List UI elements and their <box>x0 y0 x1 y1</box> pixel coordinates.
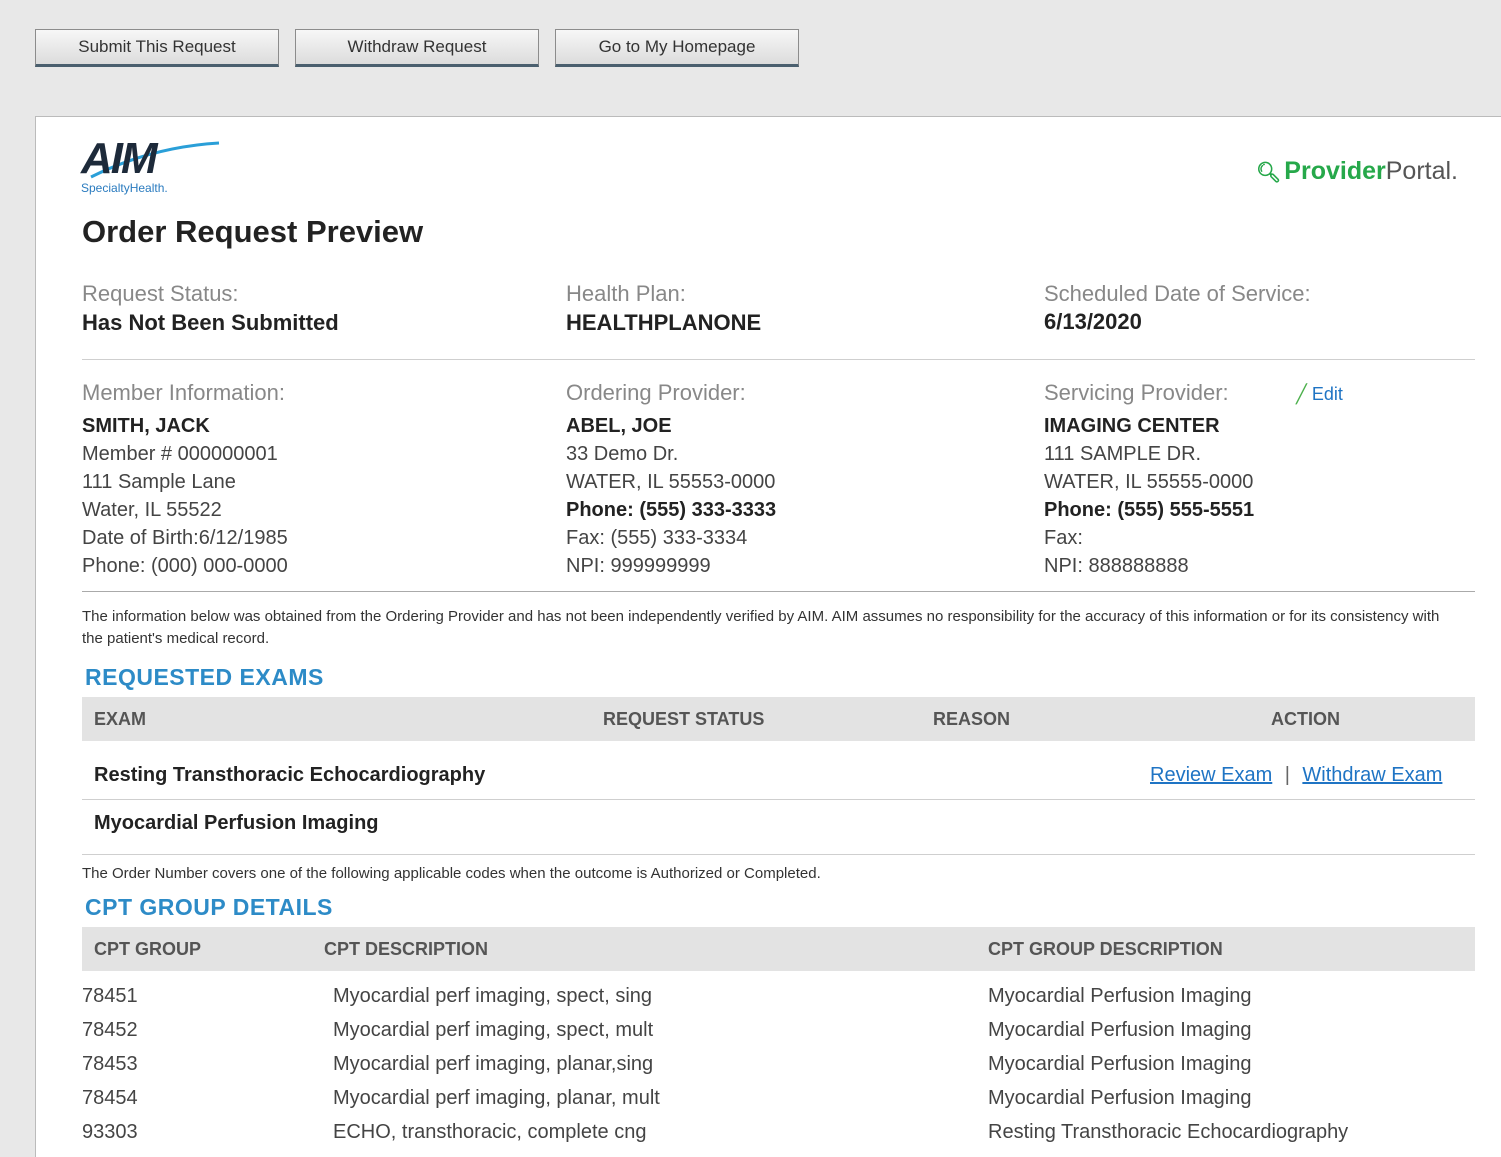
edit-servicing-link[interactable]: ╱ Edit <box>1296 384 1343 405</box>
divider <box>82 359 1475 360</box>
servicing-npi: NPI: 888888888 <box>1044 555 1189 577</box>
member-info-label: Member Information: <box>82 380 285 405</box>
service-date-label: Scheduled Date of Service: <box>1044 281 1311 306</box>
member-dob-label: Date of Birth: <box>82 527 199 549</box>
col-reason: REASON <box>933 709 1011 729</box>
toolbar: Submit This Request Withdraw Request Go … <box>0 0 1501 116</box>
ordering-phone: Phone: (555) 333-3333 <box>566 499 777 521</box>
cpt-code: 93303 <box>82 1121 138 1143</box>
ordering-address2: WATER, IL 55553-0000 <box>566 471 776 493</box>
exam-row-name: Myocardial Perfusion Imaging <box>94 812 379 834</box>
servicing-address2: WATER, IL 55555-0000 <box>1044 471 1254 493</box>
request-status-label: Request Status: <box>82 281 239 306</box>
disclaimer-text: The information below was obtained from … <box>82 608 1440 647</box>
cpt-group-description: Myocardial Perfusion Imaging <box>988 1087 1252 1109</box>
col-cpt-description: CPT DESCRIPTION <box>324 939 489 959</box>
action-separator: | <box>1284 764 1290 786</box>
exams-table-header: EXAM REQUEST STATUS REASON ACTION <box>82 697 1475 741</box>
col-cpt-group: CPT GROUP <box>94 939 202 959</box>
col-request-status: REQUEST STATUS <box>603 709 765 729</box>
health-plan-label: Health Plan: <box>566 281 686 306</box>
servicing-name: IMAGING CENTER <box>1044 415 1220 437</box>
cpt-description: Myocardial perf imaging, planar,sing <box>333 1053 654 1075</box>
cpt-group-description: Myocardial Perfusion Imaging <box>988 985 1252 1007</box>
cpt-code: 78454 <box>82 1087 138 1109</box>
divider <box>82 799 1475 800</box>
member-address1: 111 Sample Lane <box>82 471 236 493</box>
cpt-group-heading: CPT GROUP DETAILS <box>85 894 333 920</box>
cpt-code: 78451 <box>82 985 138 1007</box>
page-title: Order Request Preview <box>82 214 424 249</box>
cpt-table-header: CPT GROUP CPT DESCRIPTION CPT GROUP DESC… <box>82 927 1475 971</box>
cpt-group-description: Resting Transthoracic Echocardiography <box>988 1121 1349 1143</box>
cpt-description: ECHO, transthoracic, complete cng <box>333 1121 647 1143</box>
cpt-code: 78452 <box>82 1019 138 1041</box>
cpt-description: Myocardial perf imaging, planar, mult <box>333 1087 660 1109</box>
portal-thin-text: Portal. <box>1385 157 1458 185</box>
servicing-phone: Phone: (555) 555-5551 <box>1044 499 1255 521</box>
servicing-address1: 111 SAMPLE DR. <box>1044 443 1202 465</box>
member-address2: Water, IL 55522 <box>82 499 222 521</box>
edit-label: Edit <box>1311 384 1343 404</box>
cpt-description: Myocardial perf imaging, spect, mult <box>333 1019 654 1041</box>
service-date-value: 6/13/2020 <box>1044 309 1142 334</box>
ordering-npi: NPI: 999999999 <box>566 555 711 577</box>
divider <box>82 854 1475 855</box>
ordering-fax: Fax: (555) 333-3334 <box>566 527 748 549</box>
member-dob-value: 6/12/1985 <box>198 527 288 549</box>
portal-bold-text: Provider <box>1284 157 1386 185</box>
exam-row-name: Resting Transthoracic Echocardiography <box>94 764 486 786</box>
col-cpt-group-description: CPT GROUP DESCRIPTION <box>988 939 1223 959</box>
col-exam: EXAM <box>94 709 147 729</box>
provider-portal-logo: 🔍︎ ProviderPortal. <box>1256 157 1458 186</box>
col-action: ACTION <box>1271 709 1340 729</box>
member-phone: Phone: (000) 000-0000 <box>82 555 288 577</box>
portal-search-icon: 🔍︎ <box>1255 162 1282 184</box>
ordering-name: ABEL, JOE <box>566 415 672 437</box>
servicing-fax: Fax: <box>1044 527 1083 549</box>
servicing-provider-block: IMAGING CENTER 111 SAMPLE DR. WATER, IL … <box>1044 412 1254 580</box>
withdraw-request-button[interactable]: Withdraw Request <box>295 29 539 67</box>
requested-exams-heading: REQUESTED EXAMS <box>85 664 324 690</box>
cpt-group-description: Myocardial Perfusion Imaging <box>988 1019 1252 1041</box>
go-homepage-button[interactable]: Go to My Homepage <box>555 29 799 67</box>
divider <box>82 591 1475 592</box>
member-name: SMITH, JACK <box>82 415 210 437</box>
cpt-code: 78453 <box>82 1053 138 1075</box>
logo-subtitle: SpecialtyHealth. <box>81 181 168 195</box>
submit-request-button[interactable]: Submit This Request <box>35 29 279 67</box>
health-plan-value: HEALTHPLANONE <box>566 310 762 335</box>
servicing-provider-label: Servicing Provider: <box>1044 380 1229 405</box>
pencil-icon: ╱ <box>1296 384 1307 404</box>
ordering-address1: 33 Demo Dr. <box>566 443 679 465</box>
aim-logo: AIM SpecialtyHealth. <box>81 137 221 199</box>
logo-wordmark: AIM <box>81 134 158 183</box>
order-preview-panel: AIM SpecialtyHealth. 🔍︎ ProviderPortal. O… <box>35 116 1501 1157</box>
withdraw-exam-link[interactable]: Withdraw Exam <box>1302 764 1442 786</box>
request-status-value: Has Not Been Submitted <box>82 310 339 335</box>
ordering-provider-label: Ordering Provider: <box>566 380 746 405</box>
member-info-block: SMITH, JACK Member # 000000001 111 Sampl… <box>82 412 288 580</box>
review-exam-link[interactable]: Review Exam <box>1150 764 1272 786</box>
exam-row-actions: Review Exam | Withdraw Exam <box>1150 764 1442 787</box>
cpt-note-text: The Order Number covers one of the follo… <box>82 865 821 882</box>
ordering-provider-block: ABEL, JOE 33 Demo Dr. WATER, IL 55553-00… <box>566 412 776 580</box>
member-number: Member # 000000001 <box>82 443 278 465</box>
cpt-group-description: Myocardial Perfusion Imaging <box>988 1053 1252 1075</box>
cpt-description: Myocardial perf imaging, spect, sing <box>333 985 653 1007</box>
